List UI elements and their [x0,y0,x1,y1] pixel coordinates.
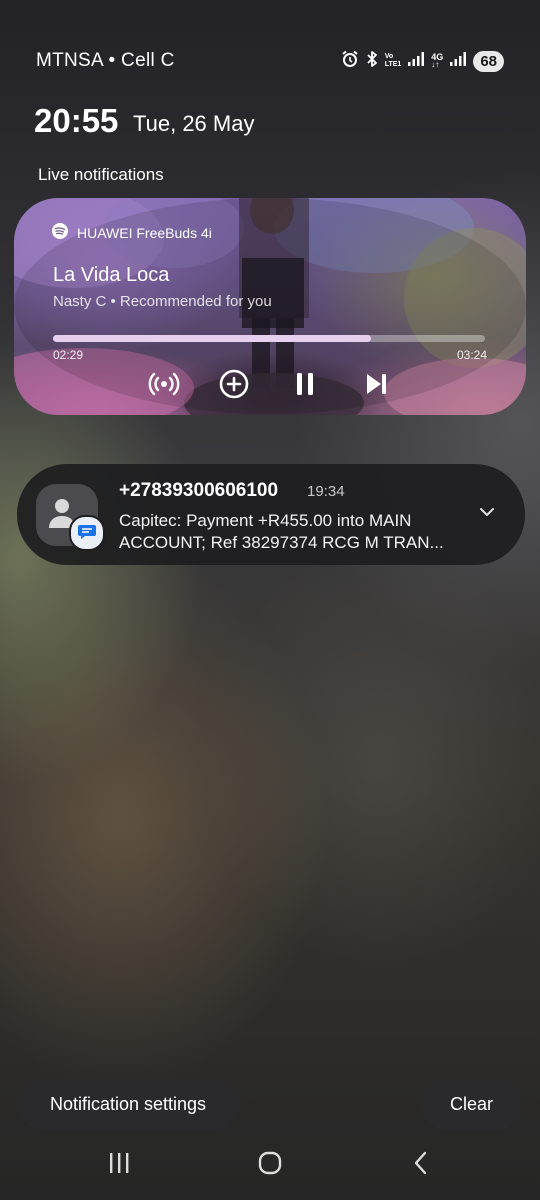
expand-notification-button[interactable] [473,500,501,528]
media-source: HUAWEI FreeBuds 4i [52,223,212,242]
bluetooth-icon [366,50,378,73]
message-sender: +27839300606100 [119,480,279,501]
alarm-icon [341,50,359,73]
messages-app-badge [69,515,105,551]
home-button[interactable] [250,1150,290,1180]
media-notification-card[interactable]: HUAWEI FreeBuds 4i La Vida Loca Nasty C … [14,198,526,415]
clock: 20:55 [34,102,119,139]
signal-icon [408,51,425,71]
output-device-label: HUAWEI FreeBuds 4i [77,224,212,241]
pause-icon [291,370,319,403]
live-notifications-title: Live notifications [38,165,164,184]
message-bubble-icon [77,521,97,546]
chevron-down-icon [477,502,497,527]
broadcast-icon [148,368,180,405]
clear-button[interactable]: Clear [422,1079,521,1130]
status-icons: Vo LTE1 4G ↓↑ 68 [341,48,504,74]
navigation-bar [0,1140,540,1190]
message-preview: Capitec: Payment +R455.00 into MAIN ACCO… [119,511,444,552]
track-subtitle: Nasty C • Recommended for you [53,293,272,310]
signal-icon-secondary [450,51,467,71]
add-to-library-button[interactable] [214,366,254,406]
date: Tue, 26 May [133,111,255,136]
playback-progress-bar[interactable] [53,335,485,342]
carrier-label: MTNSA • Cell C [36,50,175,71]
home-icon [258,1151,282,1180]
back-button[interactable] [401,1150,441,1180]
media-controls [14,366,526,406]
add-circle-icon [218,368,250,405]
notification-settings-button[interactable]: Notification settings [18,1079,238,1130]
message-notification[interactable]: +27839300606100 19:34 Capitec: Payment +… [17,464,525,565]
playback-progress-fill [53,335,371,342]
message-time: 19:34 [307,483,345,500]
track-title: La Vida Loca [53,264,170,286]
battery-level: 68 [473,50,504,72]
recents-button[interactable] [99,1150,139,1180]
pause-button[interactable] [285,366,325,406]
back-icon [411,1151,431,1180]
cast-button[interactable] [144,366,184,406]
volte-indicator: Vo LTE1 [384,53,402,68]
skip-next-icon [362,370,390,403]
total-time: 03:24 [456,348,487,362]
elapsed-time: 02:29 [53,348,84,362]
spotify-icon [52,223,68,242]
network-type-indicator: 4G ↓↑ [431,52,444,69]
next-track-button[interactable] [356,366,396,406]
recents-icon [107,1152,131,1179]
